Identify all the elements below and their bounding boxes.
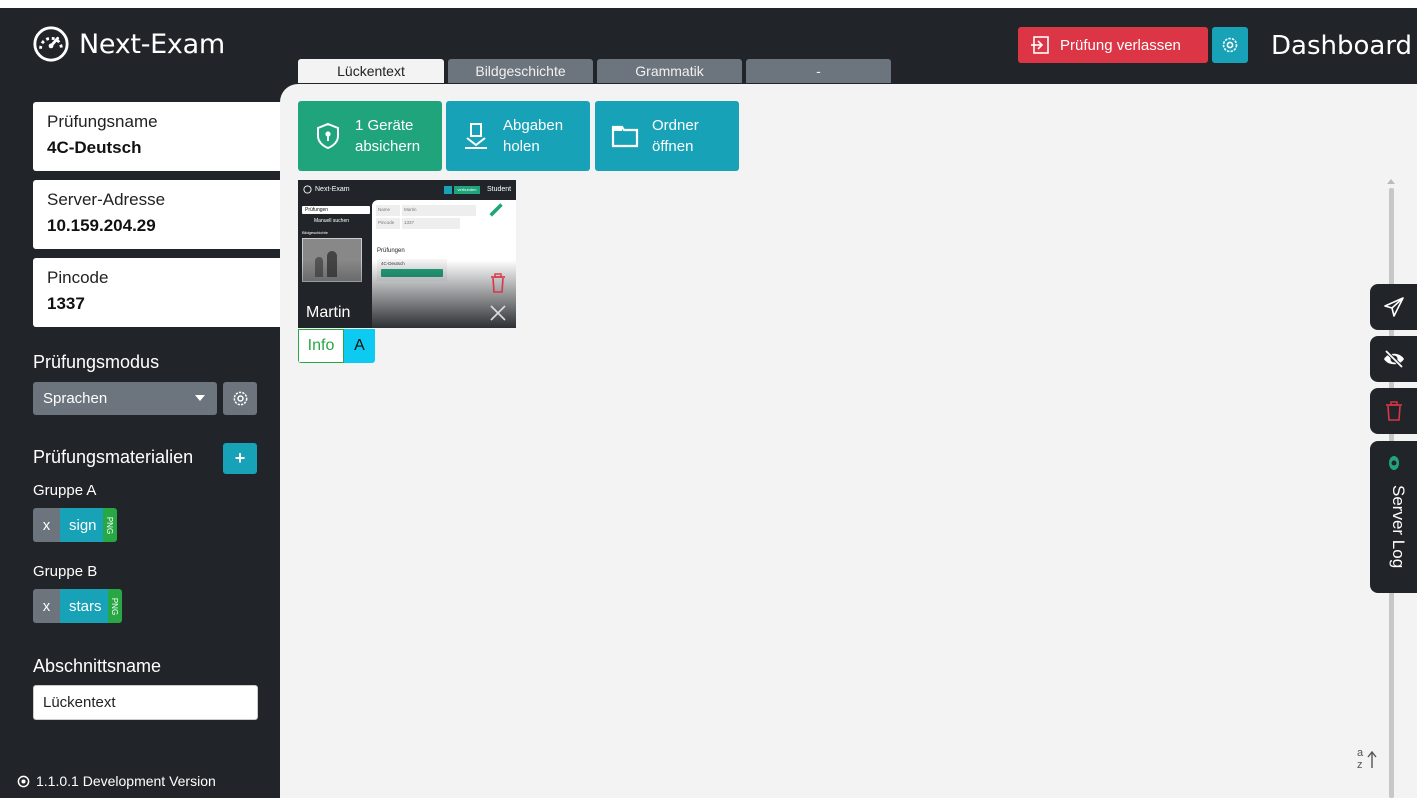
scroll-up-arrow[interactable] <box>1387 179 1395 184</box>
exam-name-card: Prüfungsname 4C-Deutsch <box>33 102 283 171</box>
exam-name-value: 4C-Deutsch <box>47 138 142 157</box>
material-file-stars: x stars PNG <box>33 589 122 623</box>
screenshot-role: Student <box>487 186 512 193</box>
gear-icon <box>233 391 247 406</box>
add-material-button[interactable]: + <box>223 443 257 474</box>
main-content: 1 Geräte absichern Abgaben holen Ordner <box>280 84 1417 798</box>
svg-text:z: z <box>1357 759 1363 771</box>
open-folder-label: Ordner öffnen <box>652 117 699 155</box>
group-a-label: Gruppe A <box>33 482 97 499</box>
exam-mode-select[interactable]: Sprachen <box>33 382 217 415</box>
screenshot-menu-story: Bildgeschichte <box>302 230 328 235</box>
app-window: Next-Exam Lückentext Bildgeschichte Gram… <box>0 8 1417 798</box>
app-name: Next-Exam <box>79 28 225 60</box>
trash-icon[interactable] <box>489 273 507 293</box>
screenshot-menu-exams: Prüfungen <box>302 206 370 214</box>
server-address-card: Server-Adresse 10.159.204.29 <box>33 180 283 249</box>
screenshot-menu-search: Manuell suchen <box>314 218 350 224</box>
student-group-badge[interactable]: A <box>344 329 375 363</box>
version-text: 1.1.0.1 Development Version <box>36 773 216 789</box>
student-name: Martin <box>306 304 351 321</box>
eye-slash-icon <box>1383 349 1404 369</box>
exit-icon <box>1031 36 1049 54</box>
screenshot-app-name: Next-Exam <box>315 186 350 193</box>
close-icon[interactable] <box>488 303 508 323</box>
page-title: Dashboard <box>1271 31 1413 61</box>
exam-mode-settings-button[interactable] <box>223 382 257 415</box>
group-b-label: Gruppe B <box>33 563 98 580</box>
tab-empty[interactable]: - <box>746 59 891 83</box>
file-name[interactable]: stars <box>60 589 108 623</box>
materials-heading: Prüfungsmaterialien <box>33 447 194 467</box>
pincode-label: Pincode <box>47 268 109 287</box>
pincode-value: 1337 <box>47 294 85 313</box>
speedometer-icon <box>303 185 312 194</box>
svg-text:a: a <box>1357 747 1364 759</box>
chevron-down-icon <box>195 395 205 401</box>
target-icon <box>17 775 30 787</box>
leave-exam-label: Prüfung verlassen <box>1060 36 1181 54</box>
exam-name-label: Prüfungsname <box>47 112 158 131</box>
student-card[interactable]: Next-Exam verbunden Student Prüfungen Ma… <box>298 180 516 328</box>
exam-mode-value: Sprachen <box>43 390 108 407</box>
version-info: 1.1.0.1 Development Version <box>17 773 216 789</box>
status-icon <box>1389 456 1399 470</box>
server-address-label: Server-Adresse <box>47 190 166 209</box>
exam-mode-heading: Prüfungsmodus <box>33 352 160 372</box>
student-info-button[interactable]: Info <box>298 329 344 363</box>
screenshot-exams-heading: Prüfungen <box>377 248 405 254</box>
open-folder-button[interactable]: Ordner öffnen <box>595 101 739 171</box>
server-log-toggle[interactable]: Server Log <box>1370 441 1417 593</box>
server-address-value: 10.159.204.29 <box>47 216 156 235</box>
server-log-label: Server Log <box>1389 485 1408 569</box>
leave-exam-button[interactable]: Prüfung verlassen <box>1018 27 1208 63</box>
pincode-card: Pincode 1337 <box>33 258 283 327</box>
remove-file-button[interactable]: x <box>33 508 60 542</box>
delete-all-button[interactable] <box>1370 388 1417 434</box>
shield-lock-icon <box>317 122 339 150</box>
fetch-submissions-label: Abgaben holen <box>503 117 564 155</box>
section-name-input[interactable] <box>33 685 258 720</box>
folder-icon <box>611 125 639 148</box>
speedometer-icon <box>33 26 69 62</box>
screenshot-form: Name Martin Pincode 1337 <box>376 205 476 229</box>
remove-file-button[interactable]: x <box>33 589 60 623</box>
app-logo: Next-Exam <box>32 25 225 63</box>
file-type-badge: PNG <box>102 508 117 542</box>
tab-grammatik[interactable]: Grammatik <box>597 59 742 83</box>
send-message-button[interactable] <box>1370 284 1417 330</box>
section-name-heading: Abschnittsname <box>33 656 162 676</box>
material-file-sign: x sign PNG <box>33 508 117 542</box>
screenshot-topbar: Next-Exam verbunden Student <box>298 180 516 200</box>
screenshot-status: verbunden <box>454 186 480 194</box>
gear-icon <box>1222 37 1238 53</box>
send-icon <box>1383 297 1404 317</box>
file-name[interactable]: sign <box>60 508 103 542</box>
secure-devices-button[interactable]: 1 Geräte absichern <box>298 101 442 171</box>
trash-icon <box>1385 401 1402 421</box>
sort-alpha-icon[interactable]: a z <box>1355 745 1379 771</box>
screenshot-badge <box>444 186 452 194</box>
pencil-icon <box>489 203 503 217</box>
tab-lueckentext[interactable]: Lückentext <box>298 59 444 83</box>
fetch-submissions-button[interactable]: Abgaben holen <box>446 101 590 171</box>
section-tabs: Lückentext Bildgeschichte Grammatik - <box>298 59 891 83</box>
download-icon <box>465 123 487 149</box>
secure-devices-label: 1 Geräte absichern <box>355 117 421 155</box>
file-type-badge: PNG <box>107 589 122 623</box>
tab-bildgeschichte[interactable]: Bildgeschichte <box>448 59 593 83</box>
student-info-group: Info A <box>298 329 375 363</box>
hide-screens-button[interactable] <box>1370 336 1417 382</box>
settings-button[interactable] <box>1212 27 1248 63</box>
